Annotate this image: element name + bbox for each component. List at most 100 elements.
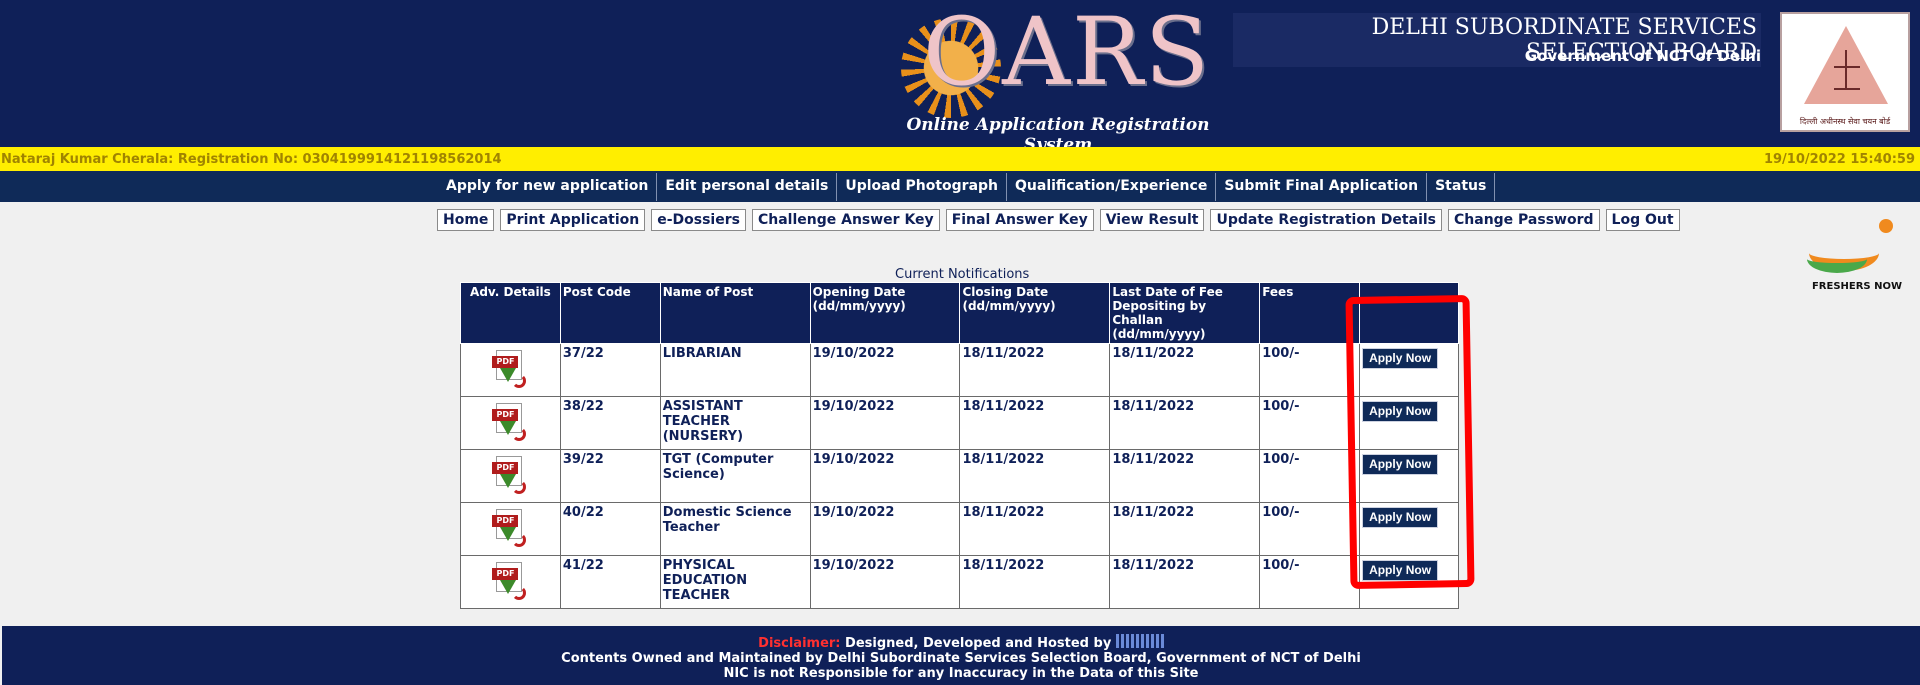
- cell-name: PHYSICAL EDUCATION TEACHER: [659, 555, 811, 609]
- adv-details-cell: PDF: [460, 343, 561, 397]
- footer-hosted-by: Designed, Developed and Hosted by: [845, 636, 1112, 651]
- cell-post-code: 38/22: [559, 396, 661, 450]
- cell-post-code: 39/22: [559, 449, 661, 503]
- pdf-download-icon[interactable]: PDF: [492, 562, 528, 602]
- cell-fee-last: 18/11/2022: [1109, 555, 1261, 609]
- cell-name: TGT (Computer Science): [659, 449, 811, 503]
- home-button[interactable]: Home: [437, 209, 495, 231]
- cell-opening: 19/10/2022: [809, 343, 961, 397]
- col-adv-details: Adv. Details: [460, 282, 561, 344]
- notifications-title: Current Notifications: [895, 267, 1030, 282]
- footer-line-3: NIC is not Responsible for any Inaccurac…: [723, 666, 1199, 681]
- cell-fees: 100/-: [1259, 343, 1361, 397]
- adv-details-cell: PDF: [460, 449, 561, 503]
- annotation-highlight-box: [1345, 294, 1475, 590]
- adv-details-cell: PDF: [460, 396, 561, 450]
- nav-submit-final[interactable]: Submit Final Application: [1216, 173, 1428, 201]
- acrobat-curl-icon: [512, 586, 527, 600]
- cell-fee-last: 18/11/2022: [1109, 343, 1261, 397]
- nav-upload-photo[interactable]: Upload Photograph: [837, 173, 1008, 201]
- cell-fees: 100/-: [1259, 449, 1361, 503]
- cell-fee-last: 18/11/2022: [1109, 396, 1261, 450]
- cell-name: Domestic Science Teacher: [659, 502, 811, 556]
- acrobat-curl-icon: [512, 533, 527, 547]
- nav-apply-new[interactable]: Apply for new application: [438, 173, 658, 201]
- final-answer-key-button[interactable]: Final Answer Key: [945, 209, 1094, 231]
- table-row: PDF 37/22 LIBRARIAN 19/10/2022 18/11/2022 18/…: [460, 343, 1459, 397]
- adv-details-cell: PDF: [460, 502, 561, 556]
- cell-opening: 19/10/2022: [809, 555, 961, 609]
- table-header-row: Adv. Details Post Code Name of Post Open…: [460, 282, 1459, 344]
- main-nav: Apply for new application Edit personal …: [0, 171, 1920, 202]
- footer-line-1: Disclaimer: Designed, Developed and Host…: [2, 633, 1920, 651]
- scale-icon: [1834, 50, 1860, 90]
- table-row: PDF 41/22 PHYSICAL EDUCATION TEACHER 19/10/…: [460, 555, 1459, 609]
- pdf-label: PDF: [492, 515, 519, 527]
- logout-button[interactable]: Log Out: [1605, 209, 1680, 231]
- cell-name: ASSISTANT TEACHER (NURSERY): [659, 396, 811, 450]
- nav-edit-personal[interactable]: Edit personal details: [657, 173, 838, 201]
- col-fees: Fees: [1259, 282, 1361, 344]
- challenge-answer-key-button[interactable]: Challenge Answer Key: [751, 209, 940, 231]
- col-last-fee-date: Last Date of Fee Depositing by Challan (…: [1109, 282, 1261, 344]
- cell-fee-last: 18/11/2022: [1109, 449, 1261, 503]
- table-row: PDF 39/22 TGT (Computer Science) 19/10/2022…: [460, 449, 1459, 503]
- user-info-bar: Nataraj Kumar Cherala: Registration No: …: [0, 147, 1920, 171]
- acrobat-curl-icon: [512, 480, 527, 494]
- cell-closing: 18/11/2022: [959, 555, 1111, 609]
- datetime: 19/10/2022 15:40:59: [1763, 152, 1915, 167]
- nic-logo-icon: [1115, 633, 1164, 648]
- col-name-of-post: Name of Post: [659, 282, 811, 344]
- nav-qualification[interactable]: Qualification/Experience: [1007, 173, 1217, 201]
- footer: Disclaimer: Designed, Developed and Host…: [2, 626, 1920, 685]
- pdf-download-icon[interactable]: PDF: [492, 403, 528, 443]
- pdf-download-icon[interactable]: PDF: [492, 350, 528, 390]
- cell-opening: 19/10/2022: [809, 502, 961, 556]
- col-closing-date: Closing Date (dd/mm/yyyy): [959, 282, 1111, 344]
- col-post-code: Post Code: [559, 282, 661, 344]
- cell-opening: 19/10/2022: [809, 449, 961, 503]
- cell-post-code: 40/22: [559, 502, 661, 556]
- board-emblem-icon: दिल्ली अधीनस्थ सेवा चयन बोर्ड: [1780, 12, 1910, 132]
- user-registration-info: Nataraj Kumar Cherala: Registration No: …: [1, 152, 502, 167]
- change-password-button[interactable]: Change Password: [1448, 209, 1600, 231]
- adv-details-cell: PDF: [460, 555, 561, 609]
- cell-post-code: 37/22: [559, 343, 661, 397]
- sub-nav: Home Print Application e-Dossiers Challe…: [437, 209, 1680, 231]
- table-row: PDF 38/22 ASSISTANT TEACHER (NURSERY) 19/10…: [460, 396, 1459, 450]
- cell-fees: 100/-: [1259, 396, 1361, 450]
- view-result-button[interactable]: View Result: [1099, 209, 1205, 231]
- cell-closing: 18/11/2022: [959, 449, 1111, 503]
- update-registration-button[interactable]: Update Registration Details: [1210, 209, 1442, 231]
- table-row: PDF 40/22 Domestic Science Teacher 19/10/20…: [460, 502, 1459, 556]
- watermark-text: FRESHERS NOW: [1811, 281, 1903, 292]
- cell-closing: 18/11/2022: [959, 502, 1111, 556]
- cell-opening: 19/10/2022: [809, 396, 961, 450]
- watermark-swoosh-green: [1807, 245, 1867, 273]
- cell-name: LIBRARIAN: [659, 343, 811, 397]
- col-opening-date: Opening Date (dd/mm/yyyy): [809, 282, 961, 344]
- pdf-label: PDF: [492, 462, 519, 474]
- freshers-now-watermark: FRESHERS NOW: [1805, 215, 1905, 295]
- cell-post-code: 41/22: [559, 555, 661, 609]
- footer-line-2: Contents Owned and Maintained by Delhi S…: [561, 651, 1361, 666]
- e-dossiers-button[interactable]: e-Dossiers: [651, 209, 746, 231]
- pdf-label: PDF: [492, 568, 519, 580]
- logo-text: OARS: [923, 0, 1212, 107]
- pdf-download-icon[interactable]: PDF: [492, 456, 528, 496]
- oars-logo: OARS Online Application Registration Sys…: [893, 0, 1223, 155]
- notifications-table: Adv. Details Post Code Name of Post Open…: [460, 282, 1459, 609]
- cell-fees: 100/-: [1259, 555, 1361, 609]
- print-application-button[interactable]: Print Application: [500, 209, 646, 231]
- watermark-dot: [1879, 219, 1893, 233]
- emblem-text: दिल्ली अधीनस्थ सेवा चयन बोर्ड: [1799, 117, 1891, 126]
- acrobat-curl-icon: [512, 427, 527, 441]
- pdf-download-icon[interactable]: PDF: [492, 509, 528, 549]
- pdf-label: PDF: [492, 356, 519, 368]
- cell-closing: 18/11/2022: [959, 396, 1111, 450]
- nav-status[interactable]: Status: [1427, 173, 1496, 201]
- disclaimer-label: Disclaimer:: [758, 636, 841, 651]
- board-subtitle: Government of NCT of Delhi: [1524, 47, 1761, 65]
- cell-closing: 18/11/2022: [959, 343, 1111, 397]
- acrobat-curl-icon: [512, 374, 527, 388]
